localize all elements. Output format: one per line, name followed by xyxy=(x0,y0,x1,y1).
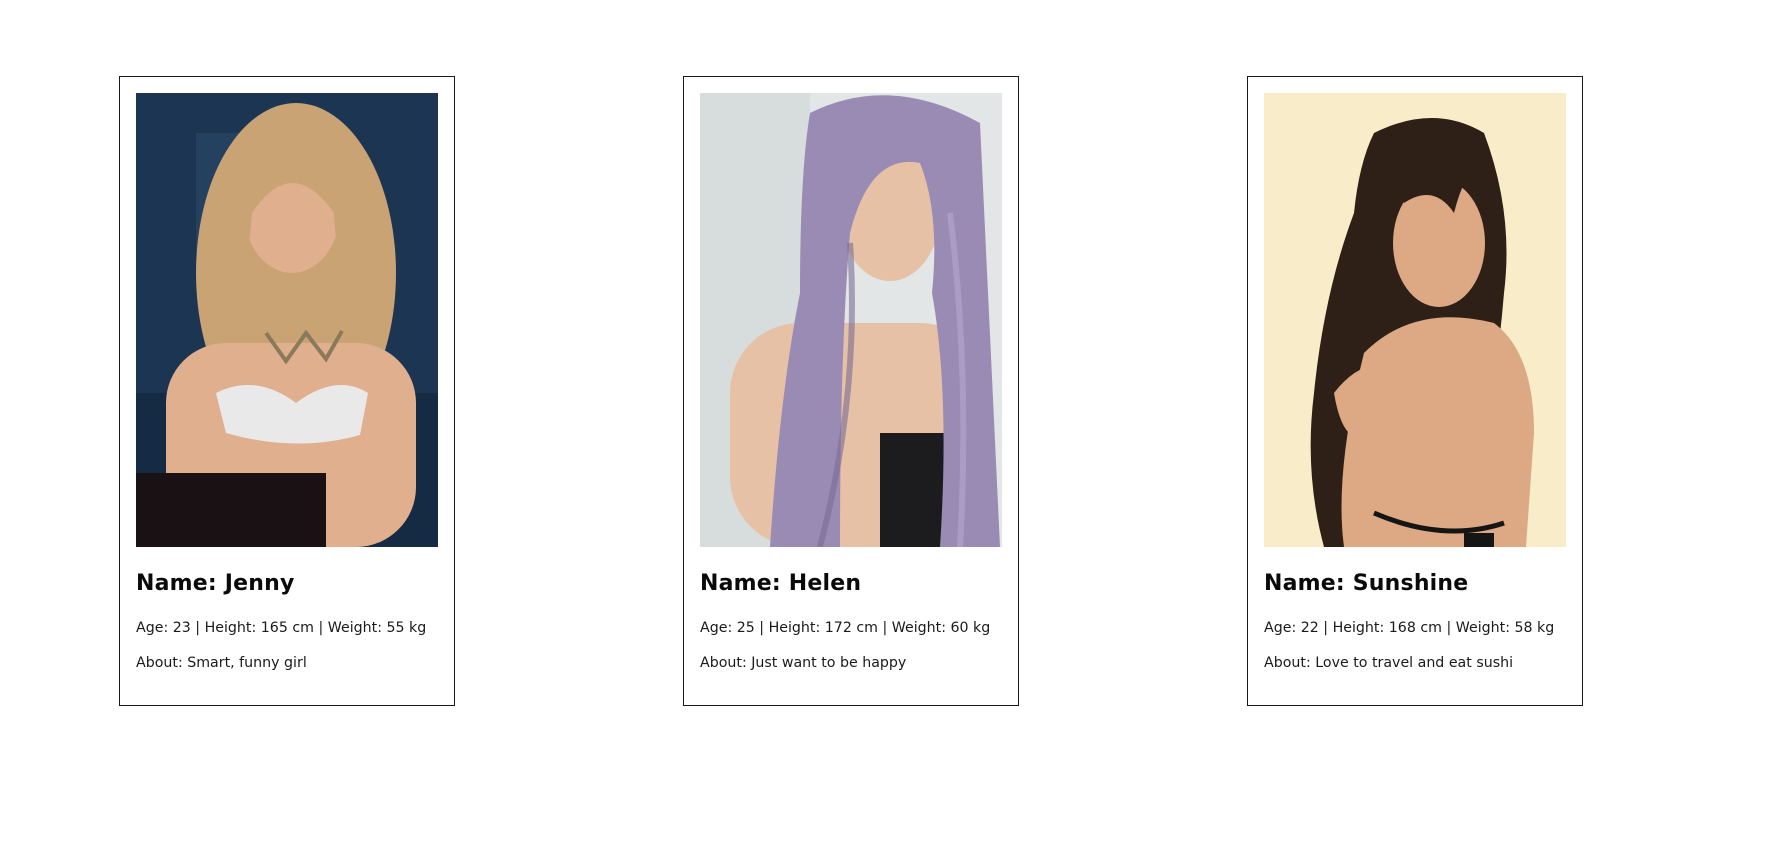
profile-stats: Age: 23 | Height: 165 cm | Weight: 55 kg xyxy=(136,620,427,636)
profile-about: About: Love to travel and eat sushi xyxy=(1264,655,1514,671)
profile-stats: Age: 22 | Height: 168 cm | Weight: 58 kg xyxy=(1264,620,1555,636)
profile-cards-row: Name: Jenny Age: 23 | Height: 165 cm | W… xyxy=(0,76,1771,708)
profile-photo-illustration xyxy=(700,93,1002,547)
profile-about: About: Just want to be happy xyxy=(700,655,907,671)
profile-name: Name: Sunshine xyxy=(1264,571,1469,596)
profile-photo[interactable] xyxy=(1264,93,1566,547)
profile-card[interactable]: Name: Helen Age: 25 | Height: 172 cm | W… xyxy=(683,76,1019,706)
profile-name: Name: Jenny xyxy=(136,571,295,596)
profile-photo[interactable] xyxy=(700,93,1002,547)
profile-photo-illustration xyxy=(1264,93,1566,547)
profile-photo-illustration xyxy=(136,93,438,547)
profile-stats: Age: 25 | Height: 172 cm | Weight: 60 kg xyxy=(700,620,991,636)
profile-card[interactable]: Name: Jenny Age: 23 | Height: 165 cm | W… xyxy=(119,76,455,706)
profile-name: Name: Helen xyxy=(700,571,862,596)
profile-photo[interactable] xyxy=(136,93,438,547)
profile-card[interactable]: Name: Sunshine Age: 22 | Height: 168 cm … xyxy=(1247,76,1583,706)
profile-about: About: Smart, funny girl xyxy=(136,655,307,671)
